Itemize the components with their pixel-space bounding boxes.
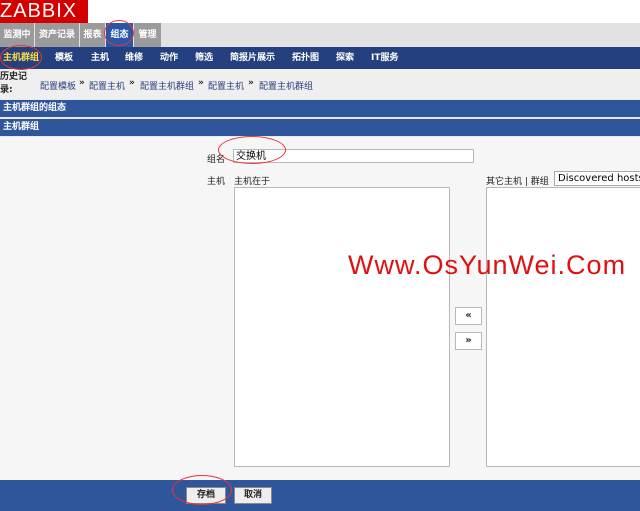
hosts-in-group-label: 主机在于: [234, 177, 271, 187]
form-header: 主机群组: [0, 119, 640, 136]
sub-menu-item-filters[interactable]: 筛选: [195, 47, 213, 69]
watermark: Www.OsYunWei.Com: [348, 250, 627, 280]
breadcrumb-link[interactable]: 配置主机群组: [140, 79, 194, 92]
breadcrumb-separator: »: [79, 78, 85, 88]
zabbix-logo[interactable]: ZABBIX: [0, 0, 88, 23]
other-hosts-label: 其它主机 | 群组: [486, 177, 549, 187]
group-name-label: 组名: [207, 155, 226, 165]
move-left-button[interactable]: «: [455, 307, 482, 325]
sub-menu-item-templates[interactable]: 模板: [55, 47, 73, 69]
cancel-button[interactable]: 取消: [234, 487, 272, 504]
logo-text: ZABBIX: [0, 0, 78, 22]
sub-menu-item-slide-shows[interactable]: 简报片展示: [230, 47, 275, 69]
sub-menu: 主机群组 模板 主机 维修 动作 筛选 简报片展示 拓扑图 探索 IT服务: [0, 47, 640, 69]
move-right-button[interactable]: »: [455, 332, 482, 350]
sub-menu-item-maps[interactable]: 拓扑图: [292, 47, 319, 69]
sub-menu-item-actions[interactable]: 动作: [160, 47, 178, 69]
breadcrumb: 历史记录: 配置模板 » 配置主机 » 配置主机群组 » 配置主机 » 配置主机…: [0, 69, 640, 99]
top-bar: ZABBIX: [0, 0, 640, 23]
footer-bar: [0, 480, 640, 511]
sub-menu-item-maintenance[interactable]: 维修: [125, 47, 143, 69]
main-menu: 监测中 资产记录 报表 组态 管理: [0, 23, 640, 47]
breadcrumb-separator: »: [129, 78, 135, 88]
other-hosts-list[interactable]: [486, 187, 640, 467]
main-menu-item-reports[interactable]: 报表: [80, 23, 105, 47]
section-header: 主机群组的组态: [0, 100, 640, 117]
main-menu-item-administration[interactable]: 管理: [134, 23, 161, 47]
breadcrumb-link[interactable]: 配置主机群组: [259, 79, 313, 92]
breadcrumb-link[interactable]: 配置主机: [208, 79, 244, 92]
group-name-field[interactable]: 交换机: [233, 149, 474, 163]
sub-menu-item-it-services[interactable]: IT服务: [371, 47, 399, 69]
sub-menu-item-host-groups[interactable]: 主机群组: [3, 47, 39, 69]
history-label: 历史记录:: [0, 72, 28, 95]
sub-menu-item-hosts[interactable]: 主机: [91, 47, 109, 69]
save-button[interactable]: 存档: [186, 487, 226, 504]
hosts-label: 主机: [207, 177, 226, 187]
breadcrumb-link[interactable]: 配置主机: [89, 79, 125, 92]
hosts-in-group-list[interactable]: [234, 187, 450, 467]
sub-menu-item-discovery[interactable]: 探索: [336, 47, 354, 69]
breadcrumb-separator: »: [198, 78, 204, 88]
breadcrumb-link[interactable]: 配置模板: [40, 79, 76, 92]
group-select[interactable]: Discovered hosts: [554, 171, 640, 186]
main-menu-item-configuration[interactable]: 组态: [106, 23, 133, 47]
main-menu-item-monitoring[interactable]: 监测中: [0, 23, 34, 47]
main-menu-item-inventory[interactable]: 资产记录: [35, 23, 79, 47]
breadcrumb-separator: »: [248, 78, 254, 88]
